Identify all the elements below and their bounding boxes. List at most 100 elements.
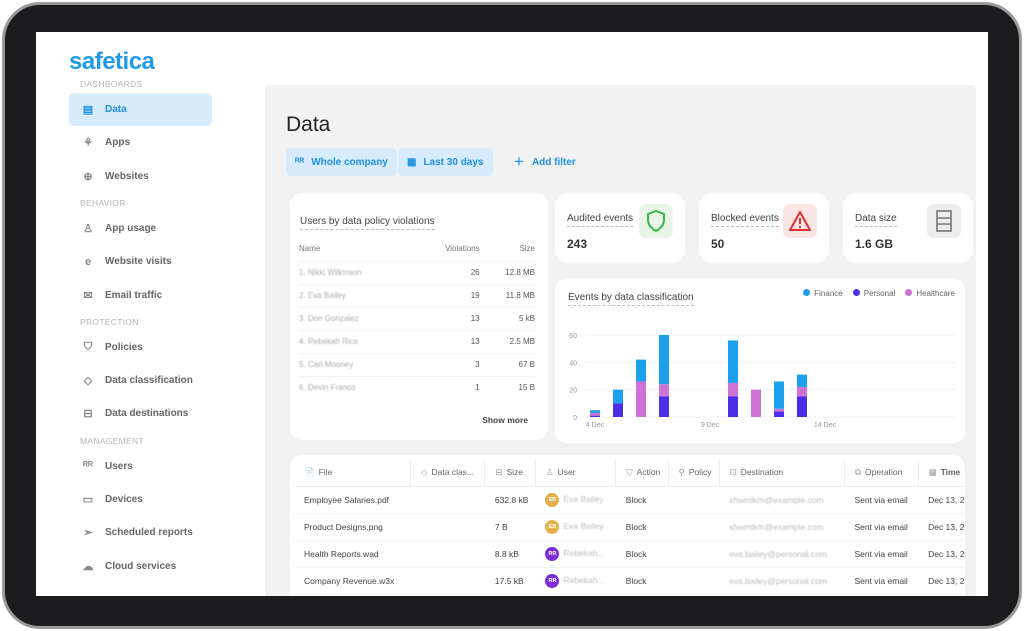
table-row[interactable]: 2. Eva Bailey 19 11.8 MB (299, 283, 535, 307)
user-cell[interactable]: RR Rebekah... (535, 540, 616, 568)
calendar-icon: ▦ (407, 156, 417, 168)
send-icon: ➢ (83, 527, 93, 540)
add-filter-button[interactable]: + Add filter (514, 148, 576, 176)
column-label: User (557, 466, 576, 477)
sidebar-item-label: Devices (105, 494, 143, 505)
bar-segment-personal[interactable] (728, 396, 738, 418)
sidebar-item-label: Websites (105, 170, 149, 182)
file-name: Health Reports.wad (294, 540, 411, 568)
bar-segment-finance[interactable] (728, 340, 738, 383)
stat-value: 1.6 GB (855, 237, 894, 251)
x-tick-label: 14 Dec (814, 422, 837, 429)
table-row[interactable]: 5. Carl Mooney 3 67 B (299, 352, 535, 376)
bar-segment-healthcare[interactable] (659, 384, 669, 397)
sidebar-item-websites[interactable]: ⊕ Websites (69, 160, 212, 193)
sidebar-item-data-classification[interactable]: ◇ Data classification (69, 364, 212, 397)
column-icon: ⊟ (495, 466, 503, 477)
bar-segment-finance[interactable] (636, 359, 646, 382)
column-icon: ▦ (928, 466, 937, 477)
user-name: 1. Nikki Wilkinson (299, 260, 416, 284)
bar-segment-healthcare[interactable] (728, 382, 738, 397)
table-row[interactable]: Company Revenue.w3x 17.5 kB RR Rebekah... Bl… (294, 567, 965, 595)
sidebar-item-users[interactable]: ᴿᴿ Users (69, 450, 212, 483)
stat-card-blocked-events[interactable]: Blocked events 50 (699, 193, 829, 263)
shield-icon: ⛉ (83, 340, 93, 353)
column-label: Size (506, 466, 524, 477)
stat-label: Data size (855, 213, 897, 227)
bar-segment-finance[interactable] (774, 381, 784, 409)
sidebar-item-app-usage[interactable]: ♙ App usage (69, 212, 212, 245)
show-more-button[interactable]: Show more (482, 415, 528, 425)
sidebar-item-label: Data (105, 104, 127, 115)
sidebar-item-label: Users (105, 460, 133, 472)
file-size: 7 B (484, 513, 536, 541)
column-header[interactable]: ▦ Time (918, 459, 965, 487)
destination: xhwmlkm@example.com (719, 486, 845, 514)
column-header[interactable]: 📄 File (294, 459, 411, 487)
sidebar-item-label: Apps (105, 137, 130, 149)
period-filter-button[interactable]: ▦ Last 30 days (398, 148, 493, 176)
bar-segment-healthcare[interactable] (774, 408, 784, 412)
table-row[interactable]: Product Designs.png 7 B EB Eva Bailey Block x… (294, 513, 965, 541)
column-header[interactable]: ⊡ Destination (719, 459, 845, 487)
sidebar-item-policies[interactable]: ⛉ Policies (69, 331, 212, 364)
column-header[interactable]: ⚲ Policy (668, 459, 720, 487)
column-icon: ⚲ (678, 466, 685, 477)
bar-segment-finance[interactable] (590, 410, 600, 413)
bar-segment-finance[interactable] (797, 374, 807, 387)
column-header[interactable]: ♙ User (535, 459, 617, 487)
violation-count: 13 (415, 306, 480, 330)
sidebar-item-apps[interactable]: ⚘ Apps (69, 126, 212, 159)
bar-segment-personal[interactable] (797, 396, 807, 418)
violation-count: 19 (415, 283, 480, 307)
sidebar-item-email-traffic[interactable]: ✉ Email traffic (69, 279, 212, 312)
user-name: 2. Eva Bailey (299, 283, 416, 307)
column-icon: 📄 (304, 466, 315, 477)
user-cell[interactable]: RR Rebekah... (535, 567, 616, 595)
inbox-icon: ⊟ (83, 408, 93, 421)
bar-segment-personal[interactable] (659, 396, 669, 418)
action: Block (615, 567, 669, 595)
scope-filter-button[interactable]: ᴿᴿ Whole company (286, 148, 397, 176)
column-header[interactable]: ⧉ Operation (844, 459, 919, 487)
time: Dec 13, 2023 (918, 486, 965, 514)
events-table-card: 📄 File ◇ Data clas... ⊟ Size ♙ User ⛉ Action ⚲ Poli… (290, 455, 965, 596)
table-row[interactable]: Health Reports.wad 8.8 kB RR Rebekah... Bloc… (294, 540, 965, 568)
stat-card-data-size[interactable]: Data size 1.6 GB (843, 193, 973, 263)
browser-e-icon: e (84, 255, 92, 268)
sidebar-item-website-visits[interactable]: e Website visits (69, 245, 212, 278)
file-name: Product Designs.png (294, 513, 411, 541)
sidebar-item-data[interactable]: ▤ Data (69, 93, 212, 126)
table-row[interactable]: 4. Rebekah Rice 13 2.5 MB (299, 329, 535, 353)
column-header[interactable]: ⊟ Size (484, 459, 536, 487)
sidebar-item-devices[interactable]: ▭ Devices (69, 483, 212, 516)
column-label: Destination (740, 466, 784, 477)
sidebar-item-label: Scheduled reports (105, 527, 193, 539)
x-tick-label: 4 Dec (586, 422, 605, 429)
violation-count: 3 (415, 352, 480, 376)
table-row[interactable]: 3. Don Gonzalez 13 5 kB (299, 306, 535, 330)
user-cell[interactable]: EB Eva Bailey (535, 513, 616, 541)
sidebar-item-data-destinations[interactable]: ⊟ Data destinations (69, 397, 212, 430)
bar-segment-healthcare[interactable] (636, 381, 646, 417)
bar-segment-finance[interactable] (659, 335, 669, 385)
bar-segment-personal[interactable] (774, 411, 784, 417)
user-cell[interactable]: EB Eva Bailey (535, 486, 616, 514)
column-header[interactable]: ◇ Data clas... (410, 459, 486, 487)
table-row[interactable]: 6. Devin Franco 1 15 B (299, 375, 535, 399)
stacked-bar-chart: 0 20 40 60 4 Dec 9 Dec 14 Dec (569, 333, 955, 429)
bar-segment-healthcare[interactable] (797, 386, 807, 397)
table-row[interactable]: 1. Nikki Wilkinson 26 12.8 MB (299, 260, 535, 284)
sidebar-item-cloud-services[interactable]: ☁ Cloud services (69, 550, 212, 583)
bar-segment-healthcare[interactable] (751, 389, 761, 417)
bar-segment-personal[interactable] (590, 415, 600, 417)
globe-icon: ⊕ (83, 170, 93, 183)
column-header[interactable]: ⛉ Action (615, 459, 669, 487)
bar-segment-finance[interactable] (613, 389, 623, 404)
sidebar-item-label: Email traffic (105, 289, 163, 301)
table-row[interactable]: Employee Salaries.pdf 632.8 kB EB Eva Baile… (294, 486, 965, 514)
stat-card-audited-events[interactable]: Audited events 243 (555, 193, 685, 263)
sidebar-item-scheduled-reports[interactable]: ➢ Scheduled reports (69, 516, 212, 549)
bar-segment-personal[interactable] (613, 403, 623, 417)
bar-segment-healthcare[interactable] (590, 412, 600, 416)
